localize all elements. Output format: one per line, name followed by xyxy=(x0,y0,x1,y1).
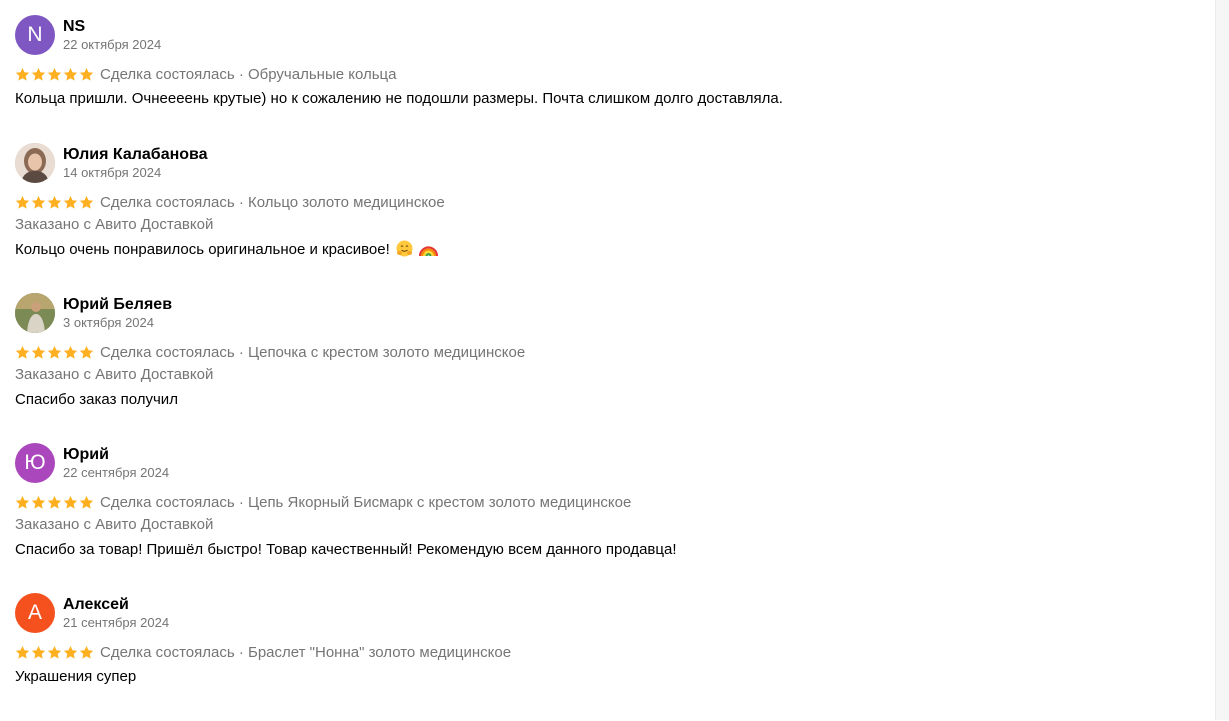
rating-stars xyxy=(15,67,94,82)
star-icon xyxy=(63,67,78,81)
author-name[interactable]: Юрий xyxy=(63,445,169,465)
reviews-list: N NS 22 октября 2024 Сделка состоялась ·… xyxy=(15,15,1210,721)
avatar[interactable]: А xyxy=(15,593,55,633)
review-meta-row: Сделка состоялась · Цепь Якорный Бисмарк… xyxy=(15,492,1210,512)
deal-info: Сделка состоялась · Цепочка с крестом зо… xyxy=(100,343,526,361)
star-icon xyxy=(79,195,94,209)
author-name[interactable]: Юлия Калабанова xyxy=(63,145,208,165)
deal-info: Сделка состоялась · Обручальные кольца xyxy=(100,65,397,83)
star-icon xyxy=(79,645,94,659)
star-icon xyxy=(31,345,46,359)
star-icon xyxy=(15,195,30,209)
review-header: Юлия Калабанова 14 октября 2024 xyxy=(15,143,1210,183)
review-date: 3 октября 2024 xyxy=(63,315,154,330)
author-block: NS 22 октября 2024 xyxy=(63,17,161,53)
delivery-info: Заказано с Авито Доставкой xyxy=(15,216,214,233)
star-icon xyxy=(47,195,62,209)
star-icon xyxy=(15,67,30,81)
review-meta-row: Сделка состоялась · Цепочка с крестом зо… xyxy=(15,342,1210,362)
review-text-content: Кольцо очень понравилось оригинальное и … xyxy=(15,241,390,258)
star-icon xyxy=(79,345,94,359)
star-icon xyxy=(31,67,46,81)
rating-stars xyxy=(15,195,94,210)
star-icon xyxy=(63,495,78,509)
star-icon xyxy=(31,195,46,209)
avatar-initial: А xyxy=(27,601,42,624)
review-meta-row: Сделка состоялась · Кольцо золото медици… xyxy=(15,192,1210,212)
review-meta-row: Сделка состоялась · Браслет "Нонна" золо… xyxy=(15,642,1210,662)
deal-info: Сделка состоялась · Браслет "Нонна" золо… xyxy=(100,643,512,661)
star-icon xyxy=(47,495,62,509)
author-block: Юрий 22 сентября 2024 xyxy=(63,445,169,481)
author-name[interactable]: Алексей xyxy=(63,595,169,615)
star-icon xyxy=(15,345,30,359)
scrollbar[interactable] xyxy=(1215,0,1229,720)
star-icon xyxy=(47,345,62,359)
author-block: Алексей 21 сентября 2024 xyxy=(63,595,169,631)
review-item: Ю Юрий 22 сентября 2024 Сделка состоялас… xyxy=(15,443,1210,593)
review-item: Юлия Калабанова 14 октября 2024 Сделка с… xyxy=(15,143,1210,293)
star-icon xyxy=(47,645,62,659)
star-icon xyxy=(79,495,94,509)
review-date: 21 сентября 2024 xyxy=(63,615,170,630)
review-text: Украшения супер xyxy=(15,668,137,685)
star-icon xyxy=(15,495,30,509)
review-text: Кольца пришли. Очнеееень крутые) но к со… xyxy=(15,90,783,107)
review-item: А Алексей 21 сентября 2024 Сделка состоя… xyxy=(15,593,1210,721)
star-icon xyxy=(79,67,94,81)
avatar[interactable]: Ю xyxy=(15,443,55,483)
rating-stars xyxy=(15,645,94,660)
avatar[interactable] xyxy=(15,293,55,333)
star-icon xyxy=(31,495,46,509)
author-name[interactable]: Юрий Беляев xyxy=(63,295,172,315)
star-icon xyxy=(31,645,46,659)
author-block: Юрий Беляев 3 октября 2024 xyxy=(63,295,172,331)
author-name[interactable]: NS xyxy=(63,17,161,37)
review-meta-row: Сделка состоялась · Обручальные кольца xyxy=(15,64,1210,84)
review-text: Спасибо за товар! Пришёл быстро! Товар к… xyxy=(15,541,677,558)
delivery-info: Заказано с Авито Доставкой xyxy=(15,516,214,533)
star-icon xyxy=(63,645,78,659)
review-header: Ю Юрий 22 сентября 2024 xyxy=(15,443,1210,483)
deal-info: Сделка состоялась · Цепь Якорный Бисмарк… xyxy=(100,493,632,511)
rating-stars xyxy=(15,345,94,360)
delivery-info: Заказано с Авито Доставкой xyxy=(15,366,214,383)
avatar[interactable] xyxy=(15,143,55,183)
rating-stars xyxy=(15,495,94,510)
review-header: N NS 22 октября 2024 xyxy=(15,15,1210,55)
review-text: Кольцо очень понравилось оригинальное и … xyxy=(15,240,1210,260)
star-icon xyxy=(63,345,78,359)
star-icon xyxy=(47,67,62,81)
avatar-initial: N xyxy=(27,23,43,46)
hugging-face-emoji-icon xyxy=(396,240,413,257)
avatar[interactable]: N xyxy=(15,15,55,55)
review-item: Юрий Беляев 3 октября 2024 Сделка состоя… xyxy=(15,293,1210,443)
review-header: Юрий Беляев 3 октября 2024 xyxy=(15,293,1210,333)
review-header: А Алексей 21 сентября 2024 xyxy=(15,593,1210,633)
avatar-initial: Ю xyxy=(24,451,46,474)
review-date: 22 сентября 2024 xyxy=(63,465,170,480)
rainbow-emoji-icon xyxy=(419,246,439,257)
review-text: Спасибо заказ получил xyxy=(15,391,178,408)
user-photo-icon xyxy=(15,143,55,183)
author-block: Юлия Калабанова 14 октября 2024 xyxy=(63,145,208,181)
user-photo-icon xyxy=(15,293,55,333)
star-icon xyxy=(15,645,30,659)
review-item: N NS 22 октября 2024 Сделка состоялась ·… xyxy=(15,15,1210,143)
review-date: 22 октября 2024 xyxy=(63,37,162,52)
star-icon xyxy=(63,195,78,209)
deal-info: Сделка состоялась · Кольцо золото медици… xyxy=(100,193,445,211)
review-date: 14 октября 2024 xyxy=(63,165,162,180)
